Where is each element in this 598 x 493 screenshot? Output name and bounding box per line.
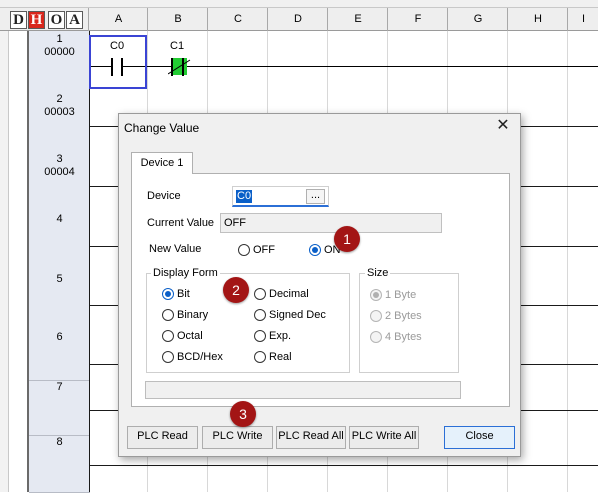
display-signed-dec-radio[interactable] [254,309,266,321]
display-octal-radio[interactable] [162,330,174,342]
row-header-1[interactable]: 1 00000 [29,31,90,93]
tab-device-1[interactable]: Device 1 [131,152,193,174]
size-2-bytes-radio [370,310,382,322]
row-address: 00003 [44,106,75,118]
column-header-f[interactable]: F [387,8,448,31]
mode-button-d[interactable]: D [10,11,27,29]
display-signed-dec-label[interactable]: Signed Dec [269,309,326,321]
cell-cursor[interactable] [89,35,147,89]
change-value-dialog: Change Value ✕ Device 1 Device C0 ... Cu… [118,113,521,457]
row-address: 00000 [44,46,75,58]
column-header-i[interactable]: I [567,8,598,31]
row-header-2[interactable]: 2 00003 [29,91,90,153]
column-header-g[interactable]: G [447,8,508,31]
size-group [359,273,459,373]
display-bit-label[interactable]: Bit [177,288,190,300]
device-browse-button[interactable]: ... [306,189,325,204]
dialog-title: Change Value [124,121,200,135]
device-input[interactable]: C0 ... [232,186,329,207]
close-button[interactable]: Close [444,426,515,449]
gutter-margin [0,31,9,492]
size-1-byte-radio [370,289,382,301]
plc-write-all-button[interactable]: PLC Write All [349,426,419,449]
plc-write-button[interactable]: PLC Write [202,426,273,449]
size-2-bytes-label: 2 Bytes [385,310,422,322]
display-real-label[interactable]: Real [269,351,292,363]
column-header-c[interactable]: C [207,8,268,31]
row-header-6[interactable]: 6 [29,331,90,381]
display-decimal-label[interactable]: Decimal [269,288,309,300]
size-4-bytes-radio [370,331,382,343]
size-4-bytes-label: 4 Bytes [385,331,422,343]
display-bcd-hex-radio[interactable] [162,351,174,363]
new-value-off-label[interactable]: OFF [253,244,275,256]
row-number: 7 [56,381,63,393]
column-header-a[interactable]: A [88,8,148,31]
display-exp-label[interactable]: Exp. [269,330,291,342]
row-number: 6 [56,331,63,343]
row-header-8[interactable]: 8 [29,436,90,493]
row-number: 1 [56,33,63,45]
column-header-h[interactable]: H [507,8,568,31]
row-number: 8 [56,436,63,448]
mode-button-a[interactable]: A [66,11,83,29]
row-header-7[interactable]: 7 [29,381,90,436]
close-icon[interactable]: ✕ [495,118,511,134]
mode-button-h[interactable]: H [28,11,45,29]
status-field [145,381,461,399]
rung-line-8 [90,465,598,466]
plc-read-button[interactable]: PLC Read [127,426,198,449]
ladder-left-rail [89,31,90,492]
row-header-5[interactable]: 5 [29,271,90,333]
device-input-value: C0 [236,190,253,203]
row-header-3[interactable]: 3 00004 [29,151,90,213]
annotation-badge-2: 2 [223,277,249,303]
row-header-4[interactable]: 4 [29,211,90,273]
display-real-radio[interactable] [254,351,266,363]
column-header-row: D H O A A B C D E F G H I [0,8,598,31]
new-value-on-radio[interactable] [309,244,321,256]
column-header-d[interactable]: D [267,8,328,31]
rung1-wire-right [187,66,598,67]
mode-button-o[interactable]: O [48,11,65,29]
annotation-badge-1: 1 [334,226,360,252]
size-title: Size [365,267,391,279]
plc-read-all-button[interactable]: PLC Read All [276,426,346,449]
new-value-off-radio[interactable] [238,244,250,256]
column-header-b[interactable]: B [147,8,208,31]
display-octal-label[interactable]: Octal [177,330,203,342]
column-header-e[interactable]: E [327,8,388,31]
row-number: 2 [56,93,63,105]
new-value-label: New Value [149,243,202,255]
grid-column-line [567,31,568,492]
row-address: 00004 [44,166,75,178]
display-decimal-radio[interactable] [254,288,266,300]
size-1-byte-label: 1 Byte [385,289,417,301]
current-value-field: OFF [220,213,442,233]
display-exp-radio[interactable] [254,330,266,342]
nc-contact-c1-icon [168,58,191,76]
device-tab-panel: Device C0 ... Current Value OFF New Valu… [131,173,510,407]
contact-c1-label: C1 [170,40,185,52]
display-binary-label[interactable]: Binary [177,309,208,321]
row-number: 5 [56,273,63,285]
display-binary-radio[interactable] [162,309,174,321]
top-strip [0,0,598,8]
current-value-label: Current Value [147,217,215,229]
display-bit-radio[interactable] [162,288,174,300]
row-number: 4 [56,213,63,225]
display-form-title: Display Form [151,267,220,279]
row-gutter: 1 00000 2 00003 3 00004 4 5 6 7 8 [0,31,90,493]
device-label: Device [147,190,181,202]
display-bcd-hex-label[interactable]: BCD/Hex [177,351,223,363]
annotation-badge-3: 3 [230,401,256,427]
row-number: 3 [56,153,63,165]
